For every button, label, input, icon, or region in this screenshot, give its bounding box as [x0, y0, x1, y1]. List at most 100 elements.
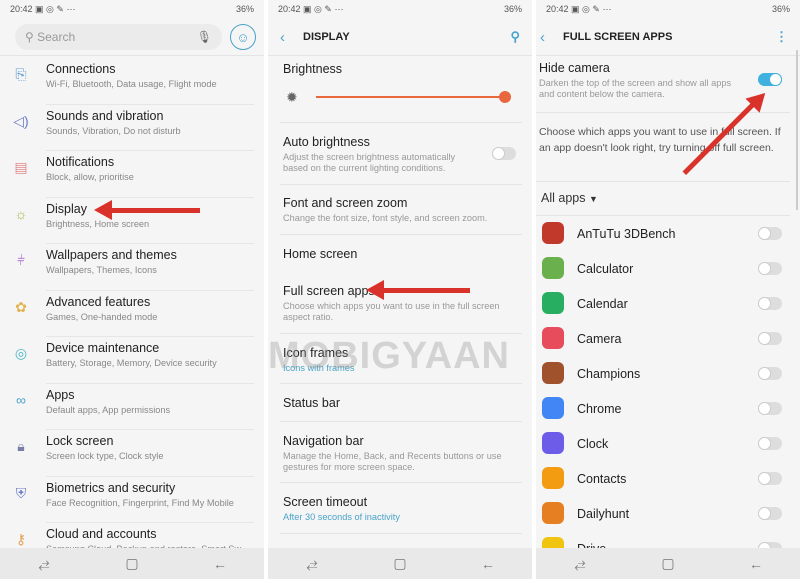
- item-subtitle: Wi-Fi, Bluetooth, Data usage, Flight mod…: [46, 79, 217, 89]
- all-apps-dropdown[interactable]: All apps ▼: [541, 191, 790, 205]
- full-screen-apps-screen: 20:42 ▣ ◎ ✎ ⋯ 36% ‹ FULL SCREEN APPS ⋮ Hide…: [536, 0, 800, 579]
- status-bar-row[interactable]: Status bar: [283, 396, 522, 410]
- settings-item[interactable]: ⎘ Connections Wi-Fi, Bluetooth, Data usage…: [15, 58, 254, 105]
- auto-brightness-row[interactable]: Auto brightness Adjust the screen brightn…: [283, 135, 482, 174]
- app-fullscreen-toggle[interactable]: [758, 332, 782, 345]
- app-fullscreen-toggle[interactable]: [758, 262, 782, 275]
- back-icon[interactable]: ←: [458, 556, 518, 572]
- brightness-icon: ✹: [286, 89, 298, 105]
- item-title: Sounds and vibration: [46, 108, 164, 123]
- navigation-bar: ⥄ ▢ ←: [268, 548, 532, 579]
- app-row[interactable]: Camera: [536, 322, 800, 357]
- divider: [536, 181, 790, 182]
- divider: [0, 55, 264, 56]
- app-name: Chrome: [577, 402, 622, 416]
- app-icon: [542, 292, 564, 314]
- row-title: Navigation bar: [283, 434, 364, 448]
- settings-item[interactable]: ▤ Notifications Block, allow, prioritise: [14, 151, 254, 198]
- scrollbar[interactable]: [796, 50, 798, 210]
- brightness-slider[interactable]: [316, 91, 511, 103]
- row-subtitle: After 30 seconds of inactivity: [283, 512, 400, 522]
- divider: [536, 215, 790, 216]
- item-subtitle: Brightness, Home screen: [46, 218, 150, 229]
- item-title: Notifications: [46, 155, 115, 169]
- settings-item[interactable]: ◎ Device maintenance Battery, Storage, Mem…: [15, 337, 254, 384]
- app-name: AnTuTu 3DBench: [577, 227, 676, 241]
- profile-avatar-button[interactable]: ☺: [230, 24, 256, 50]
- more-options-icon[interactable]: ⋮: [775, 29, 788, 45]
- settings-item[interactable]: ⫩ Wallpapers and themes Wallpapers, Themes…: [17, 244, 254, 291]
- slider-thumb[interactable]: [499, 91, 511, 103]
- hide-camera-toggle[interactable]: [758, 73, 782, 86]
- search-icon[interactable]: ⚲: [510, 29, 520, 45]
- app-row[interactable]: AnTuTu 3DBench: [536, 217, 800, 252]
- back-arrow-icon[interactable]: ‹: [280, 29, 285, 46]
- status-time: 20:42: [10, 4, 33, 14]
- search-input[interactable]: ⚲ Search 🎙︎: [15, 24, 222, 50]
- row-title: Font and screen zoom: [283, 196, 408, 210]
- back-arrow-icon[interactable]: ‹: [540, 29, 545, 46]
- app-row[interactable]: Chrome: [536, 392, 800, 427]
- navigation-bar-row[interactable]: Navigation bar Manage the Home, Back, and…: [283, 434, 522, 473]
- microphone-icon[interactable]: 🎙︎: [197, 30, 212, 44]
- row-title: Screen timeout: [283, 495, 368, 509]
- settings-item[interactable]: 🔒︎ Lock screen Screen lock type, Clock sty…: [17, 430, 254, 477]
- back-icon[interactable]: ←: [190, 556, 250, 572]
- home-icon[interactable]: ▢: [102, 555, 162, 572]
- item-title: Lock screen: [46, 434, 114, 448]
- status-bar: 20:42 ▣ ◎ ✎ ⋯ 36%: [0, 0, 264, 18]
- info-text: Choose which apps you want to use in ful…: [539, 126, 781, 154]
- home-icon[interactable]: ▢: [638, 555, 698, 572]
- app-name: Calendar: [577, 297, 628, 311]
- font-zoom-row[interactable]: Font and screen zoom Change the font size…: [283, 196, 522, 224]
- app-row[interactable]: Champions: [536, 357, 800, 392]
- app-row[interactable]: Calendar: [536, 287, 800, 322]
- divider: [280, 234, 522, 235]
- app-icon: [542, 222, 564, 244]
- app-fullscreen-toggle[interactable]: [758, 297, 782, 310]
- recents-icon[interactable]: ⥄: [550, 555, 610, 572]
- recents-icon[interactable]: ⥄: [14, 555, 74, 572]
- row-title: Home screen: [283, 247, 358, 261]
- search-icon: ⚲: [25, 30, 38, 44]
- app-fullscreen-toggle[interactable]: [758, 472, 782, 485]
- dropdown-caret-icon: ▼: [588, 194, 598, 204]
- app-row[interactable]: Clock: [536, 427, 800, 462]
- item-subtitle: Wallpapers, Themes, Icons: [46, 265, 157, 275]
- item-title: Connections: [46, 62, 116, 76]
- back-icon[interactable]: ←: [726, 556, 786, 572]
- settings-item[interactable]: ∞ Apps Default apps, App permissions: [16, 384, 254, 430]
- red-arrow-annotation: [94, 200, 200, 220]
- header: ‹ DISPLAY ⚲: [268, 24, 532, 50]
- home-icon[interactable]: ▢: [370, 555, 430, 572]
- divider: [280, 184, 522, 185]
- apps-icon: ∞: [16, 391, 26, 408]
- home-screen-row[interactable]: Home screen: [283, 247, 522, 261]
- app-row[interactable]: Calculator: [536, 252, 800, 287]
- connections-icon: ⎘: [15, 66, 27, 82]
- navigation-bar: ⥄ ▢ ←: [536, 548, 800, 579]
- row-title: Hide camera: [539, 61, 610, 75]
- app-fullscreen-toggle[interactable]: [758, 367, 782, 380]
- app-fullscreen-toggle[interactable]: [758, 507, 782, 520]
- recents-icon[interactable]: ⥄: [282, 555, 342, 572]
- app-row[interactable]: Contacts: [536, 462, 800, 497]
- settings-item[interactable]: ✿ Advanced features Games, One-handed mode: [15, 291, 254, 337]
- app-fullscreen-toggle[interactable]: [758, 437, 782, 450]
- app-icon: [542, 467, 564, 489]
- hide-camera-row[interactable]: Hide camera Darken the top of the screen …: [539, 61, 740, 100]
- settings-list: ⎘ Connections Wi-Fi, Bluetooth, Data usage…: [0, 58, 264, 570]
- app-fullscreen-toggle[interactable]: [758, 402, 782, 415]
- item-subtitle: Battery, Storage, Memory, Device securit…: [46, 358, 217, 368]
- divider: [280, 421, 522, 422]
- item-title: Wallpapers and themes: [46, 248, 177, 262]
- divider: [536, 55, 800, 56]
- app-fullscreen-toggle[interactable]: [758, 227, 782, 240]
- settings-item[interactable]: ☼ Display Brightness, Home screen: [15, 198, 254, 244]
- app-row[interactable]: Dailyhunt: [536, 497, 800, 532]
- settings-item[interactable]: ⛨ Biometrics and security Face Recognition…: [16, 477, 254, 523]
- notification-icons: ▣ ◎ ✎ ⋯: [303, 4, 344, 14]
- auto-brightness-toggle[interactable]: [492, 147, 516, 160]
- screen-timeout-row[interactable]: Screen timeout After 30 seconds of inacti…: [283, 495, 522, 523]
- settings-item[interactable]: ◁) Sounds and vibration Sounds, Vibration,…: [13, 105, 254, 151]
